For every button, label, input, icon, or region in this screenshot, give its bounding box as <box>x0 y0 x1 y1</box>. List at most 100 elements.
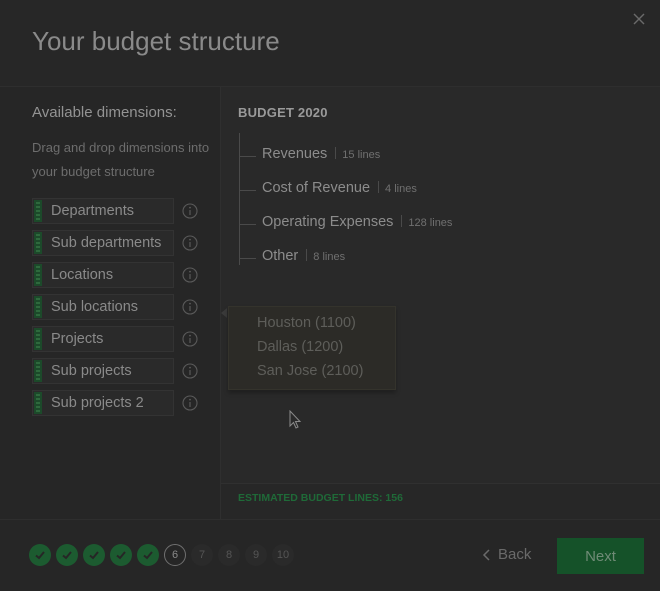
step-number: 9 <box>252 549 260 561</box>
step-upcoming: 7 <box>191 544 213 566</box>
tree-branch <box>239 190 256 191</box>
info-icon[interactable] <box>182 203 198 219</box>
info-icon[interactable] <box>182 267 198 283</box>
check-icon <box>62 551 72 560</box>
budget-row-name: Other <box>262 248 299 264</box>
drag-handle-icon[interactable] <box>34 392 42 414</box>
back-button[interactable]: Back <box>482 546 531 563</box>
step-complete[interactable] <box>83 544 105 566</box>
info-icon[interactable] <box>182 363 198 379</box>
mouse-cursor-icon <box>289 410 302 429</box>
info-icon[interactable] <box>182 395 198 411</box>
budget-structure-panel: BUDGET 2020 Revenues 15 lines Cost of Reve… <box>221 87 660 520</box>
row-separator <box>306 249 308 261</box>
dimension-label: Sub projects 2 <box>51 395 144 411</box>
available-dimensions-panel: Available dimensions: Drag and drop dime… <box>0 87 220 519</box>
popover-list: Houston (1100) Dallas (1200) San Jose (210… <box>257 311 363 383</box>
dimension-list: Departments Sub departments Locations Sub l… <box>32 198 204 422</box>
budget-structure-dialog: Your budget structure Available dimensio… <box>0 0 660 591</box>
dimension-label: Locations <box>51 267 114 283</box>
tree-branch <box>239 258 256 259</box>
check-icon <box>116 551 126 560</box>
tree-trunk <box>239 133 240 265</box>
dimension-item[interactable]: Locations <box>32 262 204 288</box>
step-number: 7 <box>198 549 206 561</box>
dialog-title: Your budget structure <box>32 26 280 56</box>
row-separator <box>378 181 380 193</box>
close-icon[interactable] <box>630 10 648 28</box>
estimated-bar: ESTIMATED BUDGET LINES: 156 <box>221 483 660 520</box>
back-label: Back <box>498 546 532 563</box>
dimension-chip[interactable]: Locations <box>32 262 174 288</box>
budget-row-name: Cost of Revenue <box>262 180 371 196</box>
dimension-label: Sub locations <box>51 299 139 315</box>
budget-row-count: 128 lines <box>408 217 453 229</box>
step-number: 8 <box>225 549 233 561</box>
check-icon <box>143 551 153 560</box>
drag-handle-icon[interactable] <box>34 264 42 286</box>
budget-row-count: 8 lines <box>313 251 346 263</box>
wizard-steps: 6 7 8 9 10 <box>29 544 299 566</box>
step-current: 6 <box>164 544 186 566</box>
dimension-chip[interactable]: Projects <box>32 326 174 352</box>
step-number: 6 <box>171 549 179 561</box>
step-complete[interactable] <box>29 544 51 566</box>
budget-title: BUDGET 2020 <box>238 105 328 120</box>
budget-row-count: 4 lines <box>385 183 417 195</box>
check-icon <box>35 551 45 560</box>
dimension-item[interactable]: Departments <box>32 198 204 224</box>
step-upcoming: 8 <box>218 544 240 566</box>
wizard-footer: 6 7 8 9 10 Back Next <box>0 519 660 591</box>
dimension-item[interactable]: Sub projects 2 <box>32 390 204 416</box>
info-icon[interactable] <box>182 331 198 347</box>
popover-arrow <box>221 308 227 318</box>
tree-branch <box>239 156 256 157</box>
step-complete[interactable] <box>56 544 78 566</box>
dimension-chip[interactable]: Sub projects 2 <box>32 390 174 416</box>
info-icon[interactable] <box>182 299 198 315</box>
popover-item: Dallas (1200) <box>257 339 344 355</box>
dimension-label: Sub projects <box>51 363 132 379</box>
budget-row-label: Revenues 15 lines <box>262 146 380 162</box>
dimension-chip[interactable]: Sub departments <box>32 230 174 256</box>
drag-handle-icon[interactable] <box>34 232 42 254</box>
drag-handle-icon[interactable] <box>34 360 42 382</box>
step-upcoming: 9 <box>245 544 267 566</box>
dimension-item[interactable]: Sub locations <box>32 294 204 320</box>
budget-row-label: Other 8 lines <box>262 248 345 264</box>
budget-row-count: 15 lines <box>342 149 381 161</box>
popover-item: San Jose (2100) <box>257 363 364 379</box>
step-upcoming: 10 <box>272 544 294 566</box>
budget-row-label: Operating Expenses 128 lines <box>262 214 452 230</box>
row-separator <box>335 147 337 159</box>
info-icon[interactable] <box>182 235 198 251</box>
dimension-item[interactable]: Sub projects <box>32 358 204 384</box>
dimension-item[interactable]: Sub departments <box>32 230 204 256</box>
chevron-left-icon <box>482 548 490 561</box>
drag-handle-icon[interactable] <box>34 328 42 350</box>
next-button[interactable]: Next <box>557 538 644 574</box>
popover-item: Houston (1100) <box>257 315 356 331</box>
available-dimensions-description: Drag and drop dimensions into your budge… <box>32 140 210 179</box>
dimension-chip[interactable]: Departments <box>32 198 174 224</box>
budget-row-name: Operating Expenses <box>262 214 394 230</box>
drag-handle-icon[interactable] <box>34 296 42 318</box>
dimension-chip[interactable]: Sub projects <box>32 358 174 384</box>
dimension-values-popover: Houston (1100) Dallas (1200) San Jose (210… <box>228 306 396 390</box>
drag-handle-icon[interactable] <box>34 200 42 222</box>
dimension-label: Sub departments <box>51 235 162 251</box>
step-number: 10 <box>276 549 290 561</box>
step-complete[interactable] <box>110 544 132 566</box>
step-complete[interactable] <box>137 544 159 566</box>
row-separator <box>401 215 403 227</box>
dimension-item[interactable]: Projects <box>32 326 204 352</box>
budget-row-label: Cost of Revenue 4 lines <box>262 180 417 196</box>
available-dimensions-title: Available dimensions: <box>32 104 177 121</box>
estimated-budget-lines: ESTIMATED BUDGET LINES: 156 <box>238 492 403 504</box>
dimension-label: Departments <box>51 203 135 219</box>
dimension-label: Projects <box>51 331 104 347</box>
dimension-chip[interactable]: Sub locations <box>32 294 174 320</box>
tree-branch <box>239 224 256 225</box>
budget-row-name: Revenues <box>262 146 328 162</box>
check-icon <box>89 551 99 560</box>
